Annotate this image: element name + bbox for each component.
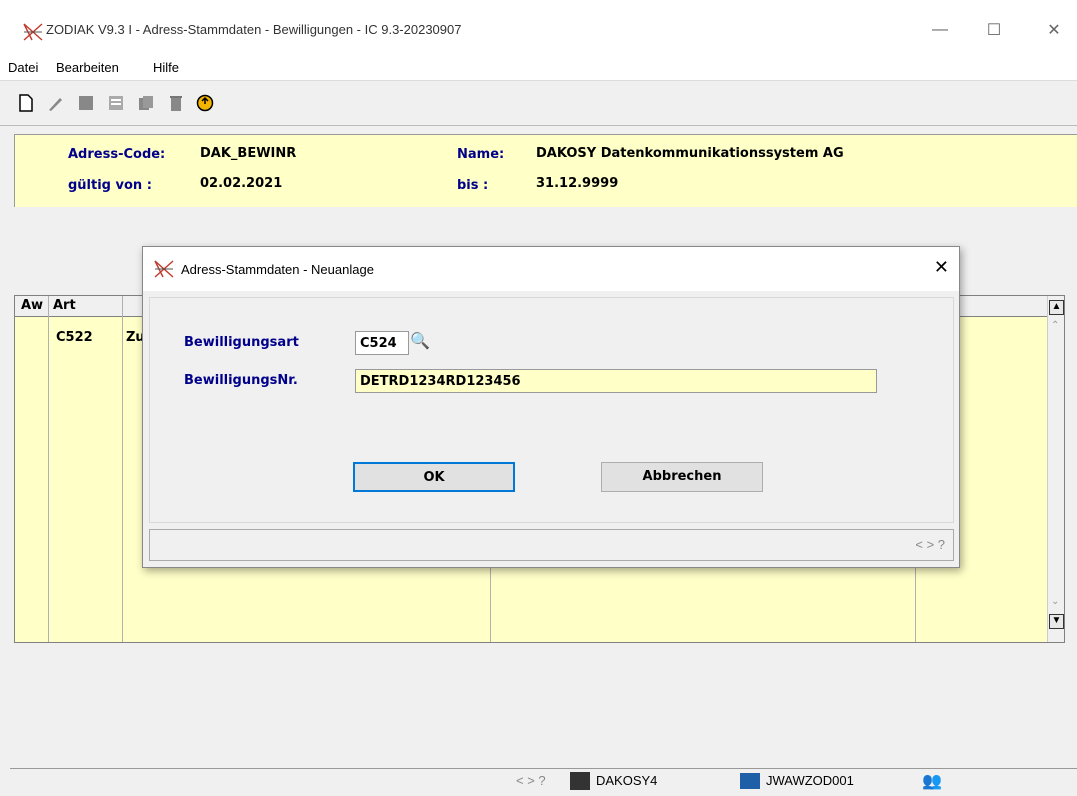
name-value: DAKOSY Datenkommunikationssystem AG	[536, 146, 844, 161]
minimize-icon: —	[932, 21, 948, 38]
window-title: ZODIAK V9.3 I - Adress-Stammdaten - Bewi…	[46, 22, 462, 37]
maximize-button[interactable]: ☐	[971, 14, 1017, 46]
menu-hilfe[interactable]: Hilfe	[153, 60, 179, 75]
cancel-button[interactable]: Abbrechen	[601, 462, 763, 492]
address-code-value: DAK_BEWINR	[200, 146, 297, 161]
zodiak-logo-icon	[23, 23, 43, 41]
address-header-panel: Adress-Code: DAK_BEWINR Name: DAKOSY Dat…	[14, 134, 1077, 207]
permission-type-input[interactable]: C524	[355, 331, 409, 355]
new-entry-dialog: Adress-Stammdaten - Neuanlage ✕ Bewillig…	[142, 246, 960, 568]
dialog-title: Adress-Stammdaten - Neuanlage	[181, 262, 374, 277]
cell-art: C522	[56, 330, 93, 345]
menu-bearbeiten[interactable]: Bearbeiten	[56, 60, 119, 75]
vertical-scrollbar[interactable]: ▲ ⌃ ⌄ ▼	[1047, 296, 1064, 642]
status-navigation[interactable]: < > ?	[516, 773, 546, 788]
delete-icon[interactable]	[166, 94, 186, 112]
users-icon: 👥	[922, 773, 942, 790]
copy-icon[interactable]	[136, 94, 156, 112]
form-icon[interactable]	[106, 94, 126, 112]
scroll-down-icon[interactable]: ⌄	[1051, 596, 1059, 607]
zodiak-logo-icon	[154, 260, 174, 278]
permission-type-label: Bewilligungsart	[184, 335, 299, 350]
menu-bar: Datei Bearbeiten Hilfe	[0, 54, 1077, 80]
dialog-body: Bewilligungsart C524 🔍 BewilligungsNr. D…	[149, 297, 954, 523]
column-header-aw[interactable]: Aw	[21, 298, 43, 313]
toolbar	[0, 80, 1077, 126]
title-bar: ZODIAK V9.3 I - Adress-Stammdaten - Bewi…	[0, 0, 1077, 54]
computer-icon	[570, 772, 590, 790]
menu-datei[interactable]: Datei	[8, 60, 38, 75]
dialog-navigation[interactable]: < > ?	[915, 537, 945, 552]
lookup-magnifier-icon[interactable]: 🔍	[410, 331, 430, 351]
save-icon[interactable]	[76, 94, 96, 112]
minimize-button[interactable]: —	[917, 14, 963, 46]
scroll-bottom-icon[interactable]: ▼	[1049, 614, 1064, 629]
valid-to-label: bis :	[457, 178, 489, 193]
status-bar: < > ? DAKOSY4 JWAWZOD001 👥	[10, 768, 1077, 796]
valid-from-value: 02.02.2021	[200, 176, 283, 191]
close-icon: ✕	[1047, 22, 1061, 39]
maximize-icon: ☐	[986, 22, 1002, 39]
exit-icon[interactable]	[195, 94, 215, 112]
column-divider	[48, 296, 49, 642]
column-header-art[interactable]: Art	[53, 298, 76, 313]
scroll-top-icon[interactable]: ▲	[1049, 300, 1064, 315]
valid-to-value: 31.12.9999	[536, 176, 619, 191]
permission-number-input[interactable]: DETRD1234RD123456	[355, 369, 877, 393]
dialog-status-bar: < > ?	[149, 529, 954, 561]
column-divider	[122, 296, 123, 642]
new-document-icon[interactable]	[16, 94, 36, 112]
status-host: JWAWZOD001	[766, 773, 854, 788]
ok-button[interactable]: OK	[353, 462, 515, 492]
dialog-title-bar: Adress-Stammdaten - Neuanlage ✕	[143, 247, 959, 291]
address-code-label: Adress-Code:	[68, 147, 166, 162]
dialog-close-icon[interactable]: ✕	[934, 257, 949, 278]
permission-number-label: BewilligungsNr.	[184, 373, 298, 388]
valid-from-label: gültig von :	[68, 178, 152, 193]
status-user: DAKOSY4	[596, 773, 658, 788]
network-icon	[740, 773, 760, 789]
scroll-up-icon[interactable]: ⌃	[1051, 320, 1059, 331]
edit-pencil-icon[interactable]	[46, 94, 66, 112]
name-label: Name:	[457, 147, 505, 162]
close-button[interactable]: ✕	[1031, 14, 1077, 46]
